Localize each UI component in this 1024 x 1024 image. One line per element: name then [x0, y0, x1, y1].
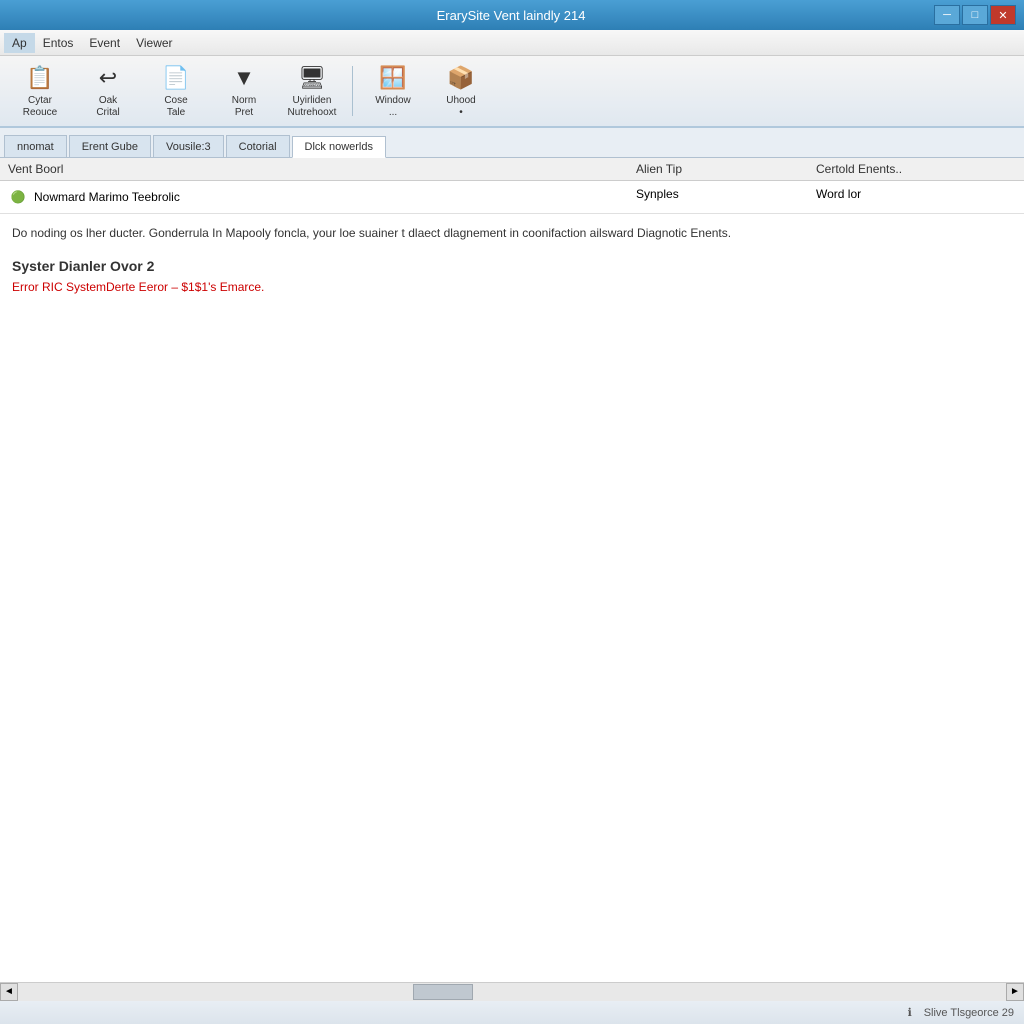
- tab-cotorial[interactable]: Cotorial: [226, 135, 290, 157]
- tab-dlck-nowerlds[interactable]: Dlck nowerlds: [292, 136, 386, 158]
- menu-item-ap[interactable]: Ap: [4, 33, 35, 53]
- detail-heading: Syster Dianler Ovor 2: [12, 258, 1012, 274]
- main-content: Vent Boorl Alien Tip Certold Enents.. 🟢 …: [0, 158, 1024, 982]
- uhood-icon: 📦: [445, 63, 477, 93]
- maximize-button[interactable]: □: [962, 5, 988, 25]
- scroll-thumb[interactable]: [413, 984, 473, 1000]
- title-bar: ErarySite Vent laindly 214 ─ □ ✕: [0, 0, 1024, 30]
- cytar-label: CytarReouce: [23, 95, 57, 119]
- uyirliden-icon: 🖥: [296, 63, 328, 93]
- norm-label: NormPret: [232, 95, 256, 119]
- tab-nnomat[interactable]: nnomat: [4, 135, 67, 157]
- window-controls: ─ □ ✕: [934, 5, 1016, 25]
- header-type: Alien Tip: [636, 162, 816, 176]
- scroll-track[interactable]: [18, 983, 1006, 1001]
- status-text: Slive Tlsgeorce 29: [924, 1007, 1014, 1019]
- event-name-cell: 🟢 Nowmard Marimo Teebrolic: [8, 187, 636, 207]
- window-title: ErarySite Vent laindly 214: [88, 8, 934, 23]
- toolbar-btn-uyirliden[interactable]: 🖥 UyirlidenNutrehooxt: [280, 60, 344, 122]
- header-category: Certold Enents..: [816, 162, 1016, 176]
- detail-section: Do noding os lher ducter. Gonderrula In …: [0, 214, 1024, 982]
- toolbar: 📋 CytarReouce ↩ OakCrital 📄 CoseTale ▼ N…: [0, 56, 1024, 128]
- menu-bar: Ap Entos Event Viewer: [0, 30, 1024, 56]
- oak-label: OakCrital: [96, 95, 119, 119]
- cose-icon: 📄: [160, 63, 192, 93]
- cose-label: CoseTale: [164, 95, 187, 119]
- toolbar-separator: [352, 66, 353, 116]
- window-label: Window...: [375, 95, 411, 119]
- event-category: Word lor: [816, 187, 1016, 201]
- horizontal-scrollbar: ◄ ►: [0, 982, 1024, 1000]
- close-button[interactable]: ✕: [990, 5, 1016, 25]
- menu-item-event[interactable]: Event: [81, 33, 128, 53]
- event-name: Nowmard Marimo Teebrolic: [34, 190, 180, 204]
- detail-description: Do noding os lher ducter. Gonderrula In …: [12, 224, 1012, 242]
- event-type: Synples: [636, 187, 816, 201]
- header-name: Vent Boorl: [8, 162, 636, 176]
- status-icon: ℹ: [902, 1005, 918, 1021]
- status-bar: ℹ Slive Tlsgeorce 29: [0, 1000, 1024, 1024]
- toolbar-btn-norm[interactable]: ▼ NormPret: [212, 60, 276, 122]
- norm-icon: ▼: [228, 63, 260, 93]
- toolbar-btn-oak[interactable]: ↩ OakCrital: [76, 60, 140, 122]
- scroll-left-button[interactable]: ◄: [0, 983, 18, 1001]
- uyirliden-label: UyirlidenNutrehooxt: [288, 95, 337, 119]
- toolbar-btn-cose[interactable]: 📄 CoseTale: [144, 60, 208, 122]
- tab-erent-gube[interactable]: Erent Gube: [69, 135, 151, 157]
- event-status-icon: 🟢: [8, 187, 28, 207]
- window-icon: 🪟: [377, 63, 409, 93]
- detail-error: Error RIC SystemDerte Eeror – $1$1's Ema…: [12, 280, 1012, 294]
- toolbar-btn-cytar[interactable]: 📋 CytarReouce: [8, 60, 72, 122]
- toolbar-btn-window[interactable]: 🪟 Window...: [361, 60, 425, 122]
- table-row[interactable]: 🟢 Nowmard Marimo Teebrolic Synples Word …: [0, 181, 1024, 214]
- tabs-row: nnomat Erent Gube Vousile:3 Cotorial Dlc…: [0, 128, 1024, 158]
- event-list-header: Vent Boorl Alien Tip Certold Enents..: [0, 158, 1024, 181]
- cytar-icon: 📋: [24, 63, 56, 93]
- toolbar-btn-uhood[interactable]: 📦 Uhood•: [429, 60, 493, 122]
- scroll-right-button[interactable]: ►: [1006, 983, 1024, 1001]
- tab-vousile3[interactable]: Vousile:3: [153, 135, 224, 157]
- minimize-button[interactable]: ─: [934, 5, 960, 25]
- uhood-label: Uhood•: [446, 95, 475, 119]
- content-area: Vent Boorl Alien Tip Certold Enents.. 🟢 …: [0, 158, 1024, 982]
- oak-icon: ↩: [92, 63, 124, 93]
- menu-item-entos[interactable]: Entos: [35, 33, 82, 53]
- menu-item-viewer[interactable]: Viewer: [128, 33, 180, 53]
